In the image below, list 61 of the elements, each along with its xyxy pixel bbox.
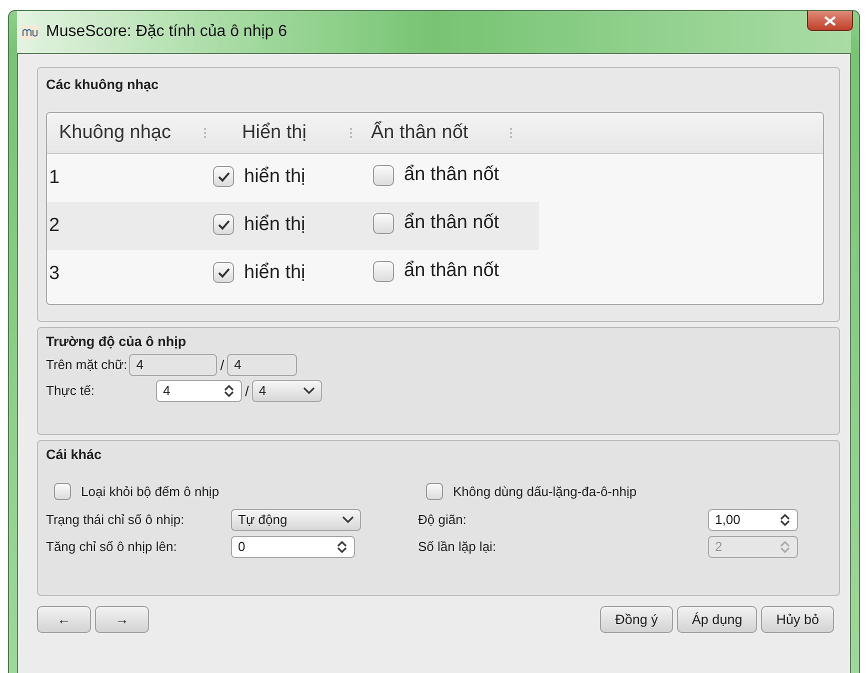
dialog-button[interactable]: Đồng ý [600,606,673,633]
checkbox[interactable] [213,262,234,283]
table-row[interactable]: 3 hiển thị ẩn thân nốt [47,250,539,298]
table-cell: 2 [49,215,60,236]
spin-arrows-icon [223,384,235,398]
checkbox-label: ẩn thân nốt [404,164,500,186]
window-title: MuseScore: Đặc tính của ô nhịp 6 [46,23,288,41]
table-row[interactable]: 2 hiển thị ẩn thân nốt [47,202,539,250]
dropdown[interactable]: Tự động [231,508,361,530]
field-label: Độ giãn: [418,512,468,527]
column-header[interactable]: Khuông nhạc [59,122,171,144]
dialog-button[interactable]: Hủy bỏ [761,606,834,633]
arrow-button[interactable]: ← [37,606,91,633]
checkbox[interactable] [213,166,234,187]
field-label: Trên mặt chữ: [46,357,128,372]
table-cell: 1 [49,167,60,188]
spin-arrows-icon [779,540,791,554]
resize-handle-icon [509,127,513,139]
spin-box[interactable]: 1,00 [708,508,798,530]
group-title: Các khuông nhạc [46,76,160,94]
checkbox-label: hiển thị [244,166,306,188]
field-label: Tăng chỉ số ô nhịp lên: [46,539,178,554]
spin-arrows-icon [336,540,348,554]
table-row[interactable]: 1 hiển thị ẩn thân nốt [47,154,539,202]
checkbox-label: Không dùng dấu-lặng-đa-ô-nhịp [453,484,637,498]
close-button[interactable] [807,11,853,31]
close-icon [824,16,836,26]
checkbox-label: hiển thị [244,214,306,236]
checkbox[interactable] [373,212,394,234]
column-header[interactable]: Ẩn thân nốt [371,122,468,144]
spin-arrows-icon [779,512,791,526]
checkbox[interactable] [373,164,394,186]
separator-slash: / [220,356,224,372]
column-header[interactable]: Hiển thị [242,122,306,144]
dropdown[interactable]: 4 [252,380,322,402]
checkbox-label: ẩn thân nốt [404,212,500,234]
checkbox-label: ẩn thân nốt [404,260,500,282]
resize-handle-icon [349,127,353,139]
readonly-field: 4 [129,354,218,376]
table-cell: 3 [49,263,60,284]
spin-box[interactable]: 4 [156,380,242,402]
checkbox[interactable] [213,214,234,235]
resize-handle-icon [203,127,207,139]
chevron-down-icon [302,386,315,394]
arrow-button[interactable]: → [95,606,149,633]
app-icon [21,25,39,39]
checkbox[interactable] [373,260,394,282]
checkbox[interactable] [426,482,443,500]
group-title: Trường độ của ô nhịp [46,333,188,351]
group-title: Cái khác [46,446,103,464]
spin-box[interactable]: 0 [231,536,355,558]
chevron-down-icon [342,516,354,524]
field-label: Trạng thái chỉ số ô nhịp: [46,512,186,527]
checkbox[interactable] [54,482,71,500]
field-label: Số lần lặp lại: [418,539,498,554]
checkbox-label: Loại khỏi bộ đếm ô nhịp [81,484,220,498]
readonly-field: 4 [227,354,298,376]
dialog-button[interactable]: Áp dụng [676,606,758,633]
checkbox-label: hiển thị [244,262,306,284]
separator-slash: / [245,382,249,398]
field-label: Thực tế: [46,383,96,398]
